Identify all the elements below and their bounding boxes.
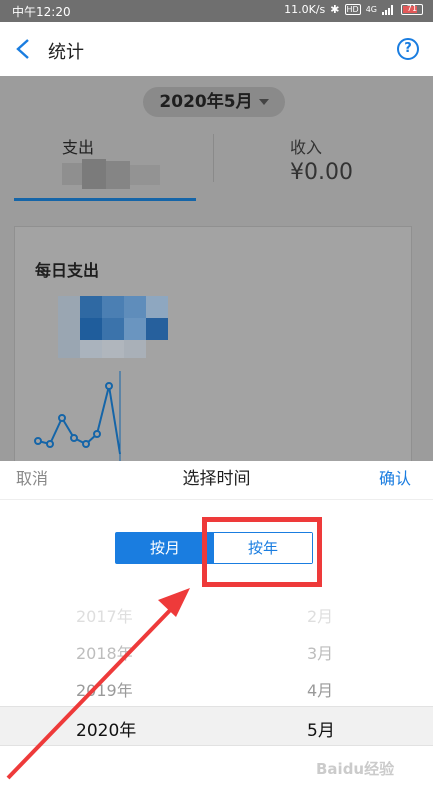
time-picker-sheet: 取消 选择时间 确认 按月 按年 2017年 2月 2018年 3月 2019年… — [0, 461, 433, 802]
picker-year: 2017年 — [76, 607, 133, 626]
picker-month: 2月 — [307, 607, 334, 626]
help-icon[interactable]: ? — [397, 38, 419, 60]
battery-icon: 71 — [401, 4, 423, 15]
bluetooth-icon: ✱ — [330, 3, 340, 16]
picker-month: 4月 — [307, 681, 334, 700]
statistics-page-dimmed: 2020年5月 支出 收入 ¥0.00 每日支出 — [0, 76, 433, 461]
sheet-title: 选择时间 — [182, 469, 251, 489]
picker-row-selected[interactable]: 2020年 5月 — [0, 706, 433, 746]
tab-divider — [213, 134, 214, 182]
picker-month: 3月 — [307, 644, 334, 663]
card-title: 每日支出 — [35, 261, 100, 280]
income-amount: ¥0.00 — [290, 160, 353, 185]
picker-row[interactable]: 2017年 2月 — [0, 595, 433, 631]
back-arrow-icon[interactable] — [14, 38, 34, 60]
tab-expense-indicator — [14, 198, 196, 201]
network-speed: 11.0K/s — [284, 3, 326, 16]
hd-icon: HD — [344, 4, 361, 15]
blurred-tooltip — [58, 296, 184, 358]
picker-year-selected: 2020年 — [76, 721, 137, 741]
page-title: 统计 — [48, 42, 84, 63]
picker-row[interactable]: 2018年 3月 — [0, 632, 433, 668]
picker-year: 2018年 — [76, 644, 133, 663]
status-icons: 11.0K/s ✱ HD 4G 71 — [284, 3, 423, 16]
picker-year: 2019年 — [76, 681, 133, 700]
picker-month-selected: 5月 — [307, 721, 335, 741]
month-selector[interactable]: 2020年5月 — [143, 87, 285, 117]
tab-income[interactable]: 收入 — [290, 134, 322, 158]
expense-amount-blurred — [62, 159, 162, 191]
tab-expense[interactable]: 支出 — [62, 134, 94, 158]
status-time: 中午12:20 — [12, 5, 71, 19]
confirm-button[interactable]: 确认 — [379, 465, 411, 489]
caret-down-icon — [258, 99, 269, 105]
signal-icon — [382, 4, 396, 15]
daily-expense-chart — [34, 371, 121, 461]
battery-level: 71 — [406, 4, 418, 13]
title-bar: 统计 ? — [0, 22, 433, 76]
status-bar: 中午12:20 11.0K/s ✱ HD 4G 71 — [0, 0, 433, 22]
sheet-header: 取消 选择时间 确认 — [0, 461, 433, 500]
watermark: Baidu经验 — [316, 760, 395, 778]
picker-row[interactable]: 2019年 4月 — [0, 669, 433, 705]
month-label: 2020年5月 — [159, 92, 253, 112]
network-type: 4G — [365, 5, 377, 14]
segment-by-month[interactable]: 按月 — [116, 533, 214, 563]
red-highlight-box — [202, 517, 322, 587]
